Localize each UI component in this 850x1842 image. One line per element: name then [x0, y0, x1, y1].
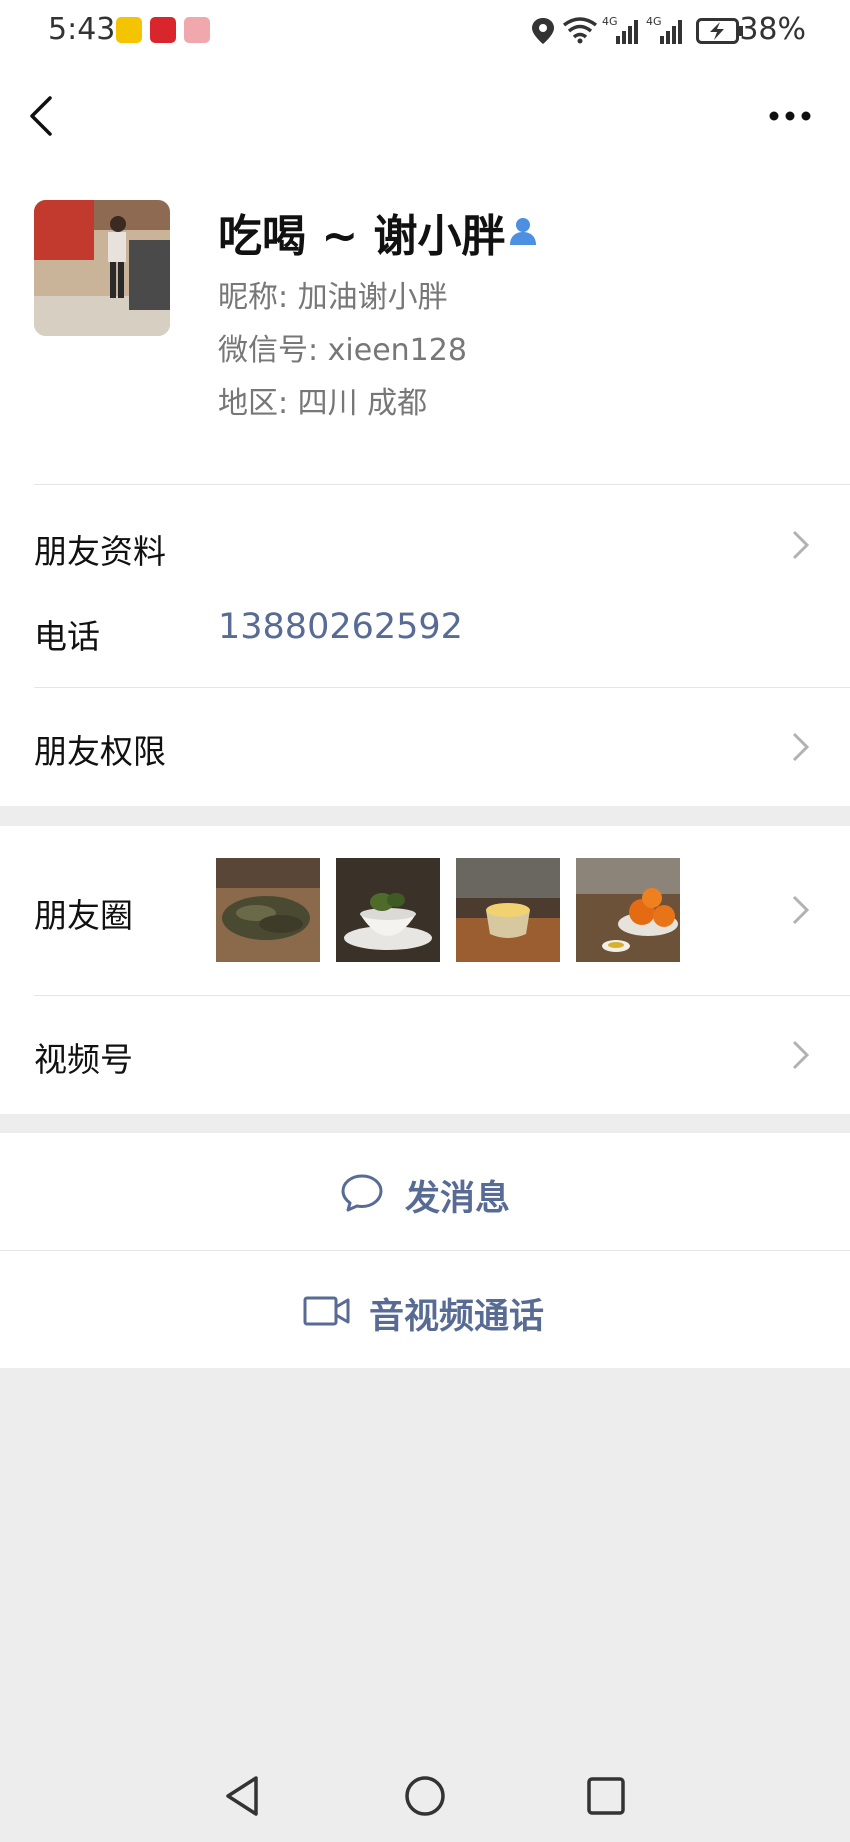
- region: 地区: 四川 成都: [218, 386, 428, 421]
- battery-percent: 38%: [739, 12, 806, 47]
- back-icon[interactable]: [26, 94, 56, 138]
- status-time: 5:43: [48, 12, 116, 47]
- moments-label: 朋友圈: [34, 896, 133, 935]
- system-nav-bar: [0, 1740, 850, 1842]
- chevron-right-icon: [792, 732, 810, 762]
- divider: [34, 484, 850, 485]
- chevron-right-icon: [792, 530, 810, 560]
- send-message-label: 发消息: [405, 1179, 511, 1219]
- chat-bubble-icon: [341, 1174, 383, 1212]
- video-call-label: 音视频通话: [369, 1297, 545, 1337]
- nav-back-icon[interactable]: [222, 1774, 262, 1818]
- moments-thumbnail: [456, 858, 560, 962]
- contact-name: 吃喝 ~ 谢小胖: [218, 211, 506, 262]
- wifi-icon: [562, 17, 598, 44]
- wechat-id: 微信号: xieen128: [218, 333, 467, 368]
- moments-thumbnail: [216, 858, 320, 962]
- phone-label: 电话: [34, 617, 100, 656]
- bank-notification-icon: [150, 17, 176, 43]
- more-icon[interactable]: [768, 110, 812, 122]
- nav-recents-icon[interactable]: [586, 1776, 626, 1816]
- status-bar: 5:43 4G 4G 38%: [0, 0, 850, 64]
- mail-notification-icon: [184, 17, 210, 43]
- svg-text:4G: 4G: [646, 15, 662, 28]
- channels-label: 视频号: [34, 1040, 133, 1079]
- location-icon: [532, 18, 554, 44]
- friend-profile-label: 朋友资料: [34, 532, 166, 571]
- video-camera-icon: [303, 1296, 350, 1326]
- nav-home-icon[interactable]: [403, 1774, 447, 1818]
- send-message-button[interactable]: 发消息: [0, 1133, 850, 1250]
- signal-4g-icon: 4G: [602, 15, 638, 44]
- nav-bar: [0, 64, 850, 164]
- chevron-right-icon: [792, 895, 810, 925]
- phone-number[interactable]: 13880262592: [218, 607, 463, 647]
- battery-charging-icon: [696, 18, 743, 44]
- nickname: 昵称: 加油谢小胖: [218, 280, 448, 315]
- moments-thumbnail: [576, 858, 680, 962]
- svg-text:4G: 4G: [602, 15, 618, 28]
- contact-badge-icon: [510, 218, 536, 245]
- app-notification-icon: [116, 17, 142, 43]
- signal-4g-icon-2: 4G: [646, 15, 682, 44]
- video-call-button[interactable]: 音视频通话: [0, 1251, 850, 1368]
- moments-thumbnail: [336, 858, 440, 962]
- chevron-right-icon: [792, 1040, 810, 1070]
- avatar[interactable]: [34, 200, 170, 336]
- friend-permissions-label: 朋友权限: [34, 732, 166, 771]
